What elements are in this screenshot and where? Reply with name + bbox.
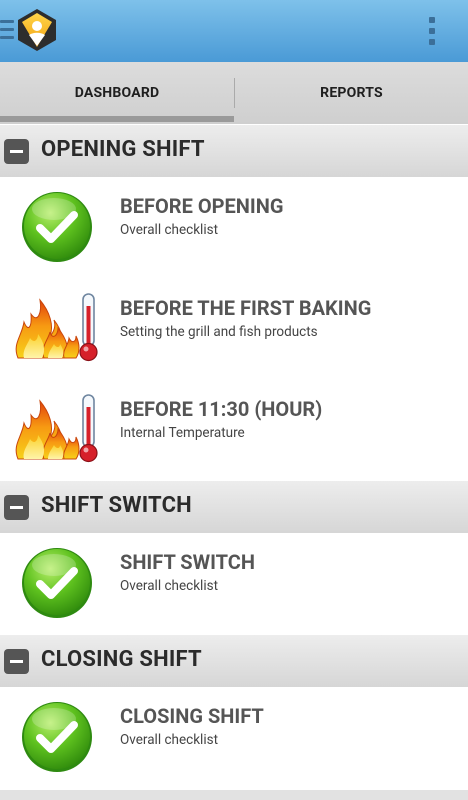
- hamburger-menu-icon[interactable]: [0, 20, 14, 42]
- collapse-minus-icon[interactable]: [4, 495, 29, 520]
- section-header-closing-shift[interactable]: CLOSING SHIFT: [0, 635, 468, 687]
- item-subtitle: Overall checklist: [120, 732, 218, 748]
- section-title: SHIFT SWITCH: [41, 493, 192, 518]
- collapse-minus-icon[interactable]: [4, 139, 29, 164]
- more-vertical-icon[interactable]: [424, 15, 440, 47]
- list-bottom-edge: [0, 790, 468, 800]
- list-item[interactable]: BEFORE THE FIRST BAKING Setting the gril…: [0, 279, 468, 381]
- item-subtitle: Overall checklist: [120, 578, 218, 594]
- app-logo-icon[interactable]: [16, 8, 58, 52]
- list-item[interactable]: BEFORE 11:30 (HOUR) Internal Temperature: [0, 380, 468, 482]
- tab-dashboard[interactable]: DASHBOARD: [0, 62, 234, 124]
- item-title: BEFORE 11:30 (HOUR): [120, 397, 323, 421]
- green-checkmark-icon: [14, 546, 100, 620]
- item-title: CLOSING SHIFT: [120, 704, 264, 728]
- selected-tab-indicator: [0, 116, 234, 122]
- fire-thermometer-icon: [15, 394, 98, 463]
- item-subtitle: Overall checklist: [120, 222, 218, 238]
- tab-reports[interactable]: REPORTS: [235, 62, 468, 124]
- tab-bar: DASHBOARD REPORTS: [0, 62, 468, 124]
- fire-thermometer-icon: [15, 293, 98, 362]
- collapse-minus-icon[interactable]: [4, 649, 29, 674]
- app-bar: [0, 0, 468, 62]
- section-title: CLOSING SHIFT: [41, 647, 202, 672]
- green-checkmark-icon: [14, 700, 100, 774]
- list-item[interactable]: SHIFT SWITCH Overall checklist: [0, 533, 468, 635]
- item-subtitle: Internal Temperature: [120, 425, 245, 441]
- item-title: BEFORE OPENING: [120, 194, 284, 218]
- green-checkmark-icon: [14, 190, 100, 264]
- list-item[interactable]: CLOSING SHIFT Overall checklist: [0, 687, 468, 789]
- item-subtitle: Setting the grill and fish products: [120, 324, 318, 340]
- item-title: BEFORE THE FIRST BAKING: [120, 296, 372, 320]
- section-header-shift-switch[interactable]: SHIFT SWITCH: [0, 481, 468, 533]
- list-item[interactable]: BEFORE OPENING Overall checklist: [0, 177, 468, 279]
- section-header-opening-shift[interactable]: OPENING SHIFT: [0, 125, 468, 177]
- item-title: SHIFT SWITCH: [120, 550, 256, 574]
- section-title: OPENING SHIFT: [41, 137, 205, 162]
